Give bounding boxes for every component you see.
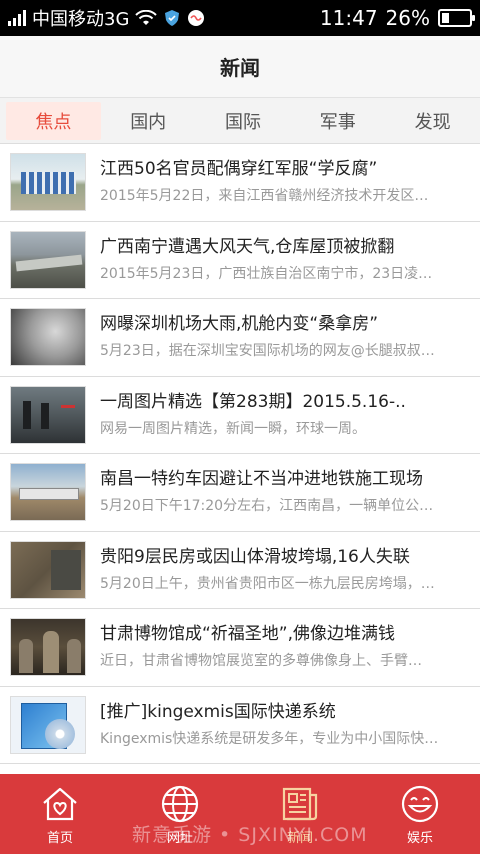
news-summary: 近日，甘肃省博物馆展览室的多尊佛像身上、手臂… xyxy=(100,653,422,670)
news-title: 广西南宁遭遇大风天气,仓库屋顶被掀翻 xyxy=(100,236,395,257)
nav-label: 首页 xyxy=(46,830,73,846)
news-thumbnail xyxy=(10,153,86,212)
news-item[interactable]: 江西50名官员配偶穿红军服“学反腐” 2015年5月22日，来自江西省赣州经济技… xyxy=(0,144,480,222)
tab-discover[interactable]: 发现 xyxy=(385,102,480,140)
news-item[interactable]: 网曝深圳机场大雨,机舱内变“桑拿房” 5月23日，据在深圳宝安国际机场的网友@长… xyxy=(0,299,480,377)
news-list: 江西50名官员配偶穿红军服“学反腐” 2015年5月22日，来自江西省赣州经济技… xyxy=(0,144,480,774)
news-item[interactable]: [推广]kingexmis国际快递系统 Kingexmis快递系统是研发多年，专… xyxy=(0,687,480,764)
news-title: 网曝深圳机场大雨,机舱内变“桑拿房” xyxy=(100,314,379,335)
clock: 11:47 xyxy=(319,6,378,30)
bottom-nav: 首页 网址 新闻 娱乐 xyxy=(0,774,480,854)
news-thumbnail xyxy=(10,308,86,367)
carrier-label: 中国移动3G xyxy=(32,9,130,30)
page-header: 新闻 xyxy=(0,36,480,98)
nav-news[interactable]: 新闻 xyxy=(240,774,360,854)
news-item[interactable]: 贵阳9层民房或因山体滑坡垮塌,16人失联 5月20日上午，贵州省贵阳市区一栋九层… xyxy=(0,532,480,609)
home-heart-icon xyxy=(43,787,77,820)
news-thumbnail xyxy=(10,463,86,522)
news-thumbnail xyxy=(10,695,86,754)
news-item[interactable]: 一周图片精选【第283期】2015.5.16-.. 网易一周图片精选，新闻一瞬，… xyxy=(0,377,480,454)
nav-entertainment[interactable]: 娱乐 xyxy=(360,774,480,854)
tab-focus[interactable]: 焦点 xyxy=(6,101,101,140)
nav-label: 网址 xyxy=(166,830,193,846)
tab-international[interactable]: 国际 xyxy=(196,102,291,140)
tab-military[interactable]: 军事 xyxy=(290,102,385,140)
news-summary: 5月20日上午，贵州省贵阳市区一栋九层民房垮塌，… xyxy=(100,575,435,592)
signal-icon xyxy=(8,10,26,26)
news-thumbnail xyxy=(10,385,86,444)
news-title: 一周图片精选【第283期】2015.5.16-.. xyxy=(100,391,406,412)
news-summary: 5月20日下午17:20分左右，江西南昌，一辆单位公… xyxy=(100,498,434,515)
shield-icon xyxy=(165,10,180,26)
nav-label: 娱乐 xyxy=(406,830,433,846)
news-title: 南昌一特约车因避让不当冲进地铁施工现场 xyxy=(100,469,423,490)
news-summary: 2015年5月22日，来自江西省赣州经济技术开发区… xyxy=(100,188,429,205)
smiley-icon xyxy=(401,785,439,822)
news-item[interactable]: 甘肃博物馆成“祈福圣地”,佛像边堆满钱 近日，甘肃省博物馆展览室的多尊佛像身上、… xyxy=(0,609,480,687)
news-summary: 2015年5月23日，广西壮族自治区南宁市，23日凌… xyxy=(100,265,433,282)
category-tabs: 焦点 国内 国际 军事 发现 xyxy=(0,98,480,144)
news-title: 江西50名官员配偶穿红军服“学反腐” xyxy=(100,159,378,180)
nav-websites[interactable]: 网址 xyxy=(120,774,240,854)
news-item[interactable]: 南昌一特约车因避让不当冲进地铁施工现场 5月20日下午17:20分左右，江西南昌… xyxy=(0,454,480,532)
nav-label: 新闻 xyxy=(286,830,313,846)
news-item[interactable]: 广西南宁遭遇大风天气,仓库屋顶被掀翻 2015年5月23日，广西壮族自治区南宁市… xyxy=(0,222,480,299)
nav-home[interactable]: 首页 xyxy=(0,774,120,854)
news-title: [推广]kingexmis国际快递系统 xyxy=(100,701,336,722)
status-bar: 中国移动3G 11:47 26% xyxy=(0,0,480,36)
tab-domestic[interactable]: 国内 xyxy=(101,102,196,140)
page-title: 新闻 xyxy=(220,56,260,80)
battery-icon xyxy=(438,9,475,27)
news-thumbnail xyxy=(10,230,86,289)
news-thumbnail xyxy=(10,618,86,677)
news-title: 甘肃博物馆成“祈福圣地”,佛像边堆满钱 xyxy=(100,624,396,645)
news-summary: 5月23日，据在深圳宝安国际机场的网友@长腿叔叔… xyxy=(100,343,435,360)
newspaper-icon xyxy=(282,787,318,820)
news-summary: Kingexmis快递系统是研发多年，专业为中小国际快… xyxy=(100,730,439,747)
news-thumbnail xyxy=(10,540,86,599)
news-summary: 网易一周图片精选，新闻一瞬，环球一周。 xyxy=(100,420,366,437)
globe-icon xyxy=(161,785,199,822)
app-notification-icon xyxy=(188,10,205,26)
wifi-icon xyxy=(135,10,158,25)
battery-percent: 26% xyxy=(385,6,430,30)
news-title: 贵阳9层民房或因山体滑坡垮塌,16人失联 xyxy=(100,546,410,567)
